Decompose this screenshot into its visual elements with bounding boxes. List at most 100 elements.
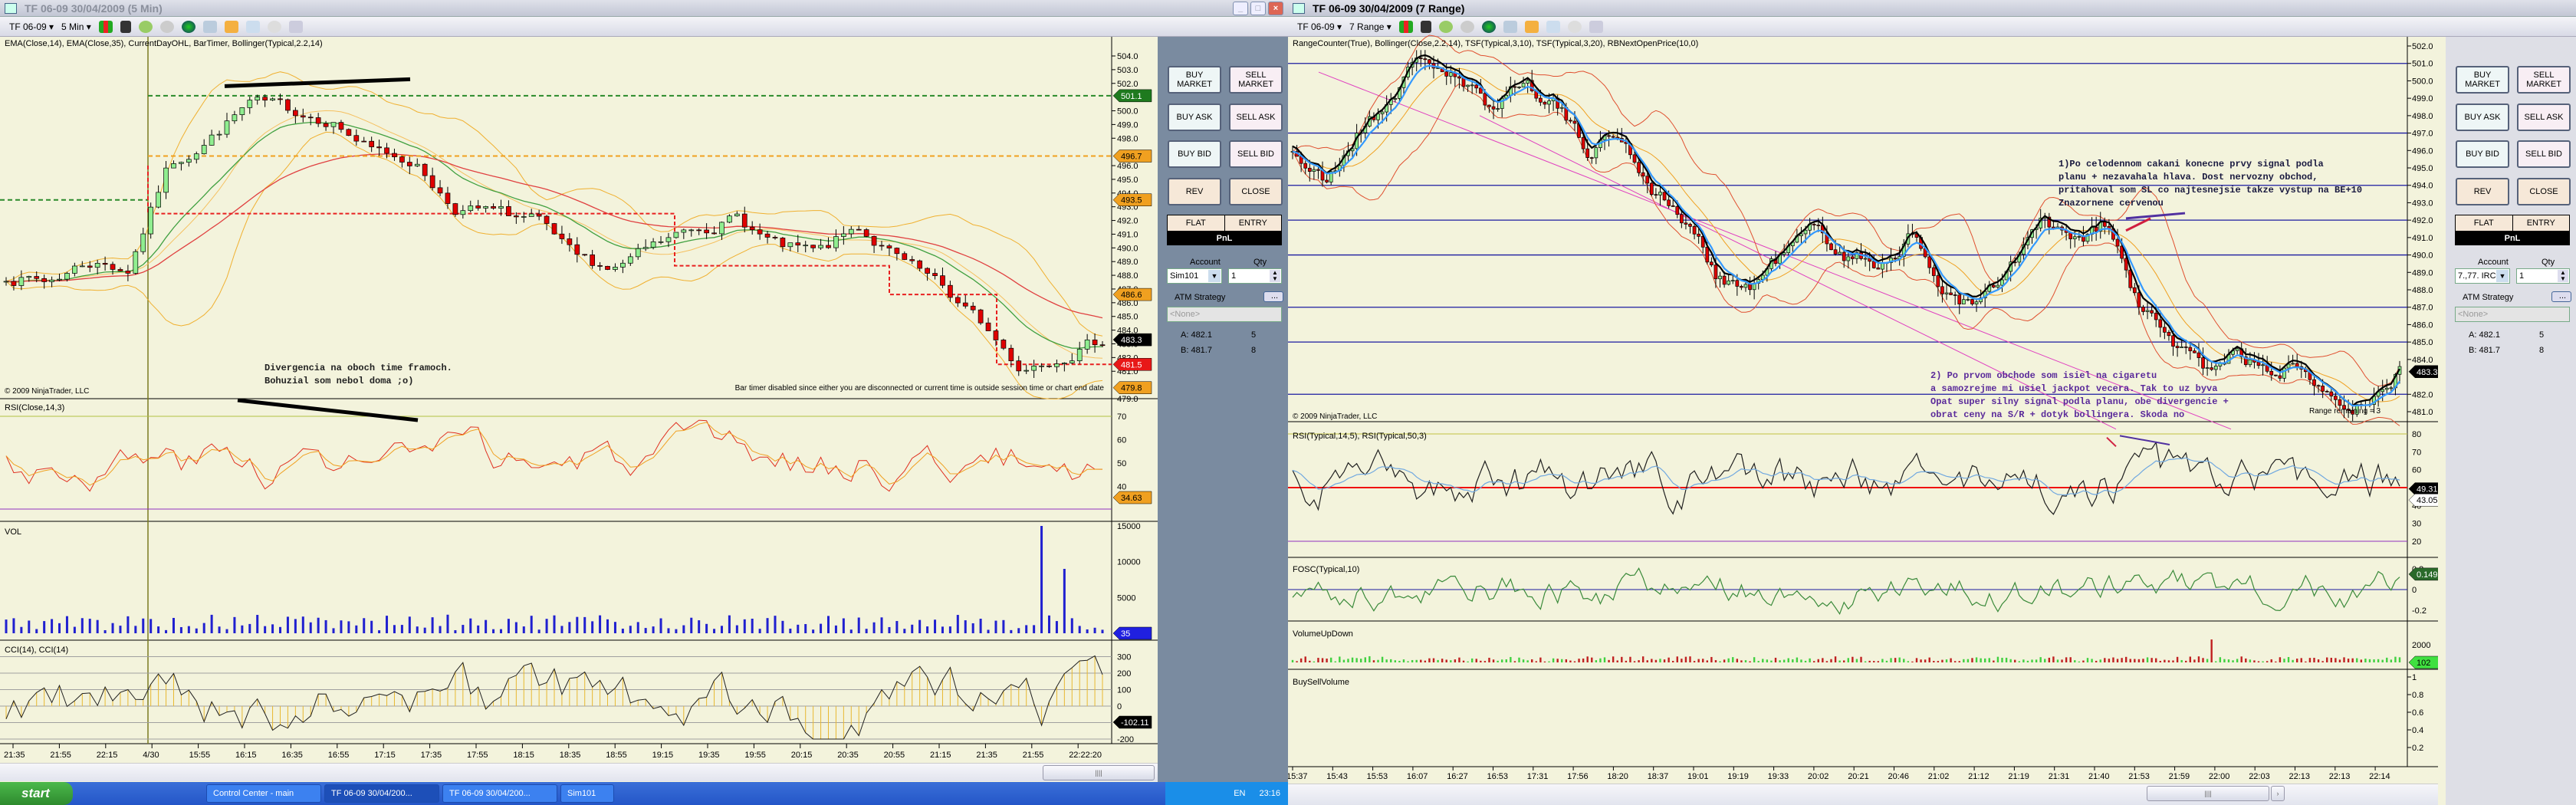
- volume-up-down-bar: [1945, 659, 1948, 662]
- volume-up-down-bar: [2104, 658, 2106, 662]
- scroll-right-button[interactable]: ›: [2271, 786, 2285, 801]
- volume-up-down-bar: [1933, 661, 1935, 662]
- candle: [2338, 399, 2342, 406]
- rsi-divergence-mark: [2119, 435, 2170, 445]
- volume-up-down-bar: [2189, 656, 2192, 662]
- atm-strategy-select[interactable]: <None>: [2455, 307, 2570, 322]
- close-position-button[interactable]: CLOSE: [1229, 178, 1283, 205]
- candle: [764, 233, 770, 238]
- candle: [528, 213, 534, 217]
- volume-up-down-bar: [2223, 659, 2226, 662]
- atm-strategy-select[interactable]: <None>: [1167, 307, 1282, 322]
- time-label: 19:55: [744, 751, 766, 760]
- cci-tag: -102.11: [1121, 718, 1149, 728]
- time-label: 20:15: [791, 751, 813, 760]
- task-chart-5min[interactable]: TF 06-09 30/04/200...: [324, 784, 439, 803]
- candle: [270, 98, 275, 100]
- volume-up-down-bar: [1390, 659, 1392, 662]
- task-chart-7range[interactable]: TF 06-09 30/04/200...: [442, 784, 557, 803]
- account-select[interactable]: 7.,77. IRC ▼: [2455, 268, 2510, 284]
- minimize-button[interactable]: _: [1233, 2, 1248, 15]
- volume-up-down-bar: [1868, 660, 1871, 662]
- buy-market-button[interactable]: BUY MARKET: [1168, 66, 1221, 94]
- candle: [1893, 258, 1898, 260]
- close-position-button[interactable]: CLOSE: [2517, 178, 2571, 205]
- buy-bid-button[interactable]: BUY BID: [2456, 140, 2509, 168]
- buy-ask-button[interactable]: BUY ASK: [1168, 104, 1221, 131]
- chevron-down-icon[interactable]: ▼: [2496, 270, 2509, 282]
- atm-strategy-button[interactable]: ...: [2551, 291, 2571, 302]
- task-control-center[interactable]: Control Center - main: [206, 784, 321, 803]
- candle: [803, 245, 809, 247]
- volume-up-down-bar: [2240, 656, 2242, 662]
- volume-bar: [347, 621, 350, 633]
- candle: [232, 114, 238, 122]
- volume-up-down-bar: [1860, 656, 1862, 662]
- volume-up-down-bar: [2287, 656, 2290, 662]
- scrollbar-thumb[interactable]: ||||: [2147, 786, 2269, 801]
- time-label: 16:27: [1447, 772, 1468, 781]
- candle: [2256, 362, 2261, 366]
- maximize-button[interactable]: □: [1250, 2, 1266, 15]
- volume-up-down-bar: [2360, 659, 2363, 662]
- buy-ask-button[interactable]: BUY ASK: [2456, 104, 2509, 131]
- price-tick-label: 502.0: [2412, 42, 2433, 51]
- bsv-tick-label: 0.6: [2412, 708, 2423, 718]
- volume-up-down-bar: [1723, 659, 1726, 662]
- right-horizontal-scrollbar[interactable]: |||| ›: [1288, 784, 2438, 805]
- reverse-button[interactable]: REV: [2456, 178, 2509, 205]
- volume-bar: [195, 628, 198, 633]
- volume-up-down-bar: [2124, 656, 2128, 662]
- account-select[interactable]: Sim101 ▼: [1167, 268, 1222, 284]
- qty-value: 1: [2519, 271, 2525, 281]
- buy-market-button[interactable]: BUY MARKET: [2456, 66, 2509, 94]
- volume-bar: [530, 616, 533, 633]
- spinner-icon[interactable]: ▲ ▼: [1270, 270, 1280, 282]
- volume-up-down-bar: [1953, 661, 1957, 662]
- scrollbar-thumb[interactable]: ||||: [1043, 765, 1155, 780]
- candle: [2137, 292, 2141, 307]
- task-sim101[interactable]: Sim101: [560, 784, 614, 803]
- candle: [506, 205, 511, 216]
- left-horizontal-scrollbar[interactable]: ||||: [0, 763, 1158, 781]
- sell-market-button[interactable]: SELL MARKET: [1229, 66, 1283, 94]
- start-button[interactable]: start: [0, 782, 73, 805]
- candle: [1871, 261, 1876, 268]
- left-chart-canvas[interactable]: 504.0 503.0 502.0 500.0 499.0 498.0 496.0 495.0…: [0, 0, 1158, 763]
- candle: [18, 277, 25, 286]
- volume-up-down-bar: [1497, 660, 1499, 662]
- candle: [711, 232, 717, 235]
- time-label: 20:02: [1808, 772, 1829, 781]
- price-tick-label: 500.0: [1117, 107, 1138, 117]
- volume-up-down-bar: [1710, 656, 1713, 662]
- buy-bid-button[interactable]: BUY BID: [1168, 140, 1221, 168]
- left-annotation: Divergencia na oboch time framoch. Bohuz…: [264, 363, 452, 386]
- candle: [772, 237, 778, 238]
- sell-market-button[interactable]: SELL MARKET: [2517, 66, 2571, 94]
- volume-up-down-bar: [1377, 659, 1379, 662]
- volume-up-down-bar: [1415, 659, 1418, 662]
- volume-bar: [416, 626, 419, 633]
- language-indicator[interactable]: EN: [1234, 789, 1245, 798]
- volume-bar: [1033, 625, 1036, 633]
- candle: [1812, 224, 1816, 225]
- candle: [1940, 286, 1944, 294]
- candle: [650, 241, 656, 248]
- chevron-down-icon[interactable]: ▼: [1208, 270, 1221, 282]
- atm-strategy-button[interactable]: ...: [1263, 291, 1283, 302]
- spinner-icon[interactable]: ▲ ▼: [2558, 270, 2568, 282]
- candle: [2380, 389, 2385, 393]
- quantity-stepper[interactable]: 1 ▲ ▼: [1228, 268, 1282, 284]
- sell-ask-button[interactable]: SELL ASK: [2517, 104, 2571, 131]
- sell-ask-button[interactable]: SELL ASK: [1229, 104, 1283, 131]
- reverse-button[interactable]: REV: [1168, 178, 1221, 205]
- rsi-tick-label: 70: [1117, 412, 1126, 422]
- sell-bid-button[interactable]: SELL BID: [1229, 140, 1283, 168]
- right-chart-canvas[interactable]: 502.0 501.0 500.0 499.0 498.0 497.0 496.0 495.0…: [1288, 0, 2438, 782]
- vol-label: VOL: [5, 527, 22, 537]
- sell-bid-button[interactable]: SELL BID: [2517, 140, 2571, 168]
- price-tick-label: 484.0: [2412, 356, 2433, 365]
- candle: [1697, 233, 1701, 237]
- quantity-stepper[interactable]: 1 ▲ ▼: [2516, 268, 2570, 284]
- close-button[interactable]: ×: [1268, 2, 1283, 15]
